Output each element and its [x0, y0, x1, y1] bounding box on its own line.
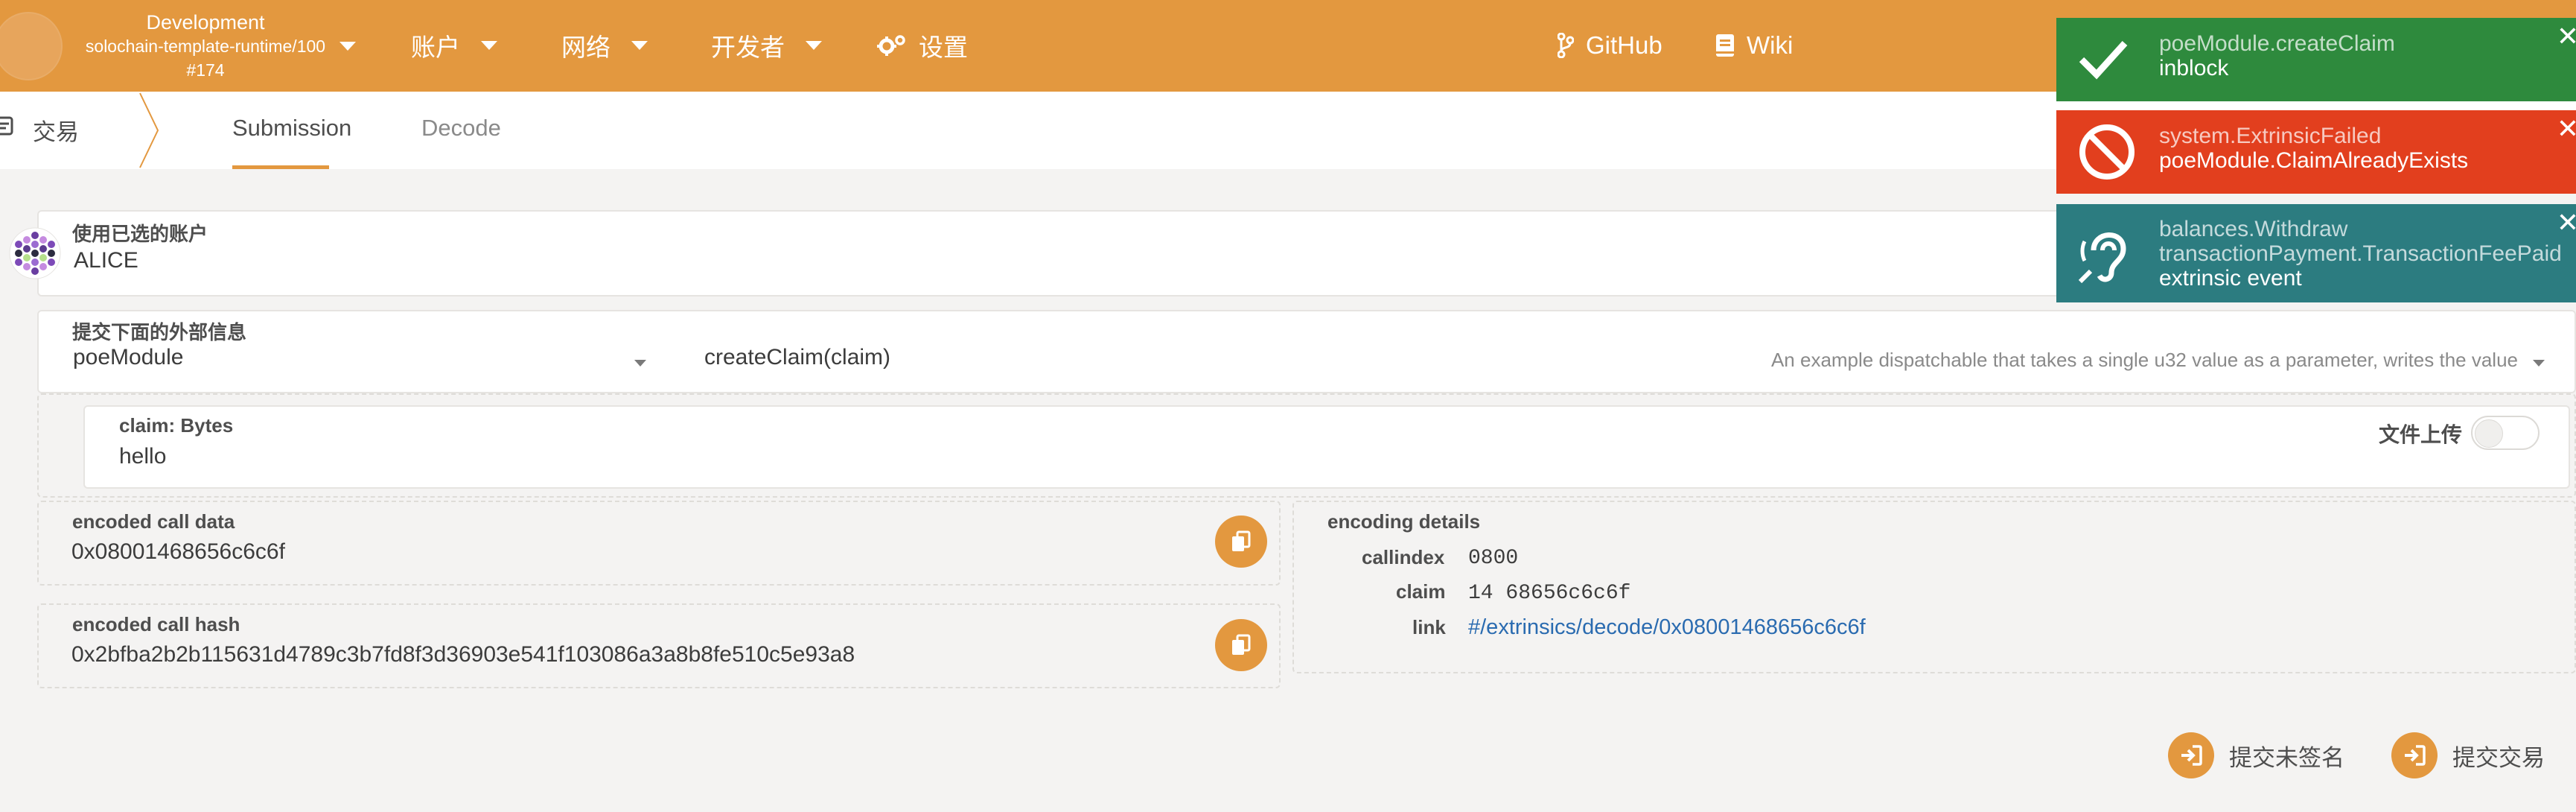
close-icon[interactable]: ✕ — [2557, 21, 2576, 52]
tab-decode[interactable]: Decode — [421, 115, 501, 142]
copy-icon — [1232, 530, 1251, 551]
toggle-knob — [2475, 419, 2503, 448]
copy-icon — [1232, 634, 1251, 655]
book-icon — [1715, 34, 1735, 57]
submit-transaction-button[interactable]: 提交交易 — [2391, 732, 2545, 779]
param-label: claim: Bytes — [119, 414, 234, 437]
breadcrumb-separator — [138, 92, 161, 173]
tab-submission[interactable]: Submission — [232, 115, 351, 142]
check-icon — [2077, 36, 2129, 84]
submit-unsigned-button[interactable]: 提交未签名 — [2168, 732, 2344, 779]
chevron-down-icon — [634, 360, 646, 367]
event-line-3: extrinsic event — [2159, 266, 2302, 291]
notification-event: system.ExtrinsicFailed — [2159, 124, 2382, 148]
menu-developer-label: 开发者 — [711, 34, 785, 61]
link-label: link — [1412, 616, 1446, 638]
encoded-call-data-label: encoded call data — [72, 510, 235, 533]
submit-transaction-label: 提交交易 — [2452, 744, 2545, 771]
menu-developer[interactable]: 开发者 — [711, 27, 822, 64]
chain-selector[interactable]: Development solochain-template-runtime/1… — [71, 10, 339, 82]
ban-icon — [2077, 122, 2137, 185]
wiki-label: Wiki — [1747, 31, 1794, 59]
method-select[interactable]: createClaim(claim) An example dispatchab… — [700, 339, 2554, 384]
transaction-icon — [0, 115, 15, 141]
event-line-2: transactionPayment.TransactionFeePaid — [2159, 241, 2562, 266]
chevron-down-icon — [806, 41, 822, 50]
ear-listen-icon — [2077, 221, 2137, 288]
notification-error: system.ExtrinsicFailed poeModule.ClaimAl… — [2056, 110, 2576, 194]
event-line-1: balances.Withdraw — [2159, 217, 2348, 241]
notification-events: balances.Withdraw transactionPayment.Tra… — [2056, 204, 2576, 302]
account-name: ALICE — [74, 248, 138, 273]
chevron-down-icon — [481, 41, 497, 50]
claim-label: claim — [1396, 580, 1446, 603]
decode-link[interactable]: #/extrinsics/decode/0x08001468656c6c6f — [1468, 615, 1866, 640]
menu-accounts-label: 账户 — [411, 34, 460, 61]
chain-block: #174 — [186, 60, 225, 80]
submit-unsigned-label: 提交未签名 — [2229, 744, 2344, 771]
callindex-value: 0800 — [1468, 547, 1519, 570]
chain-logo[interactable] — [0, 12, 63, 80]
file-upload-label: 文件上传 — [2379, 423, 2463, 446]
gears-icon — [877, 34, 907, 57]
encoded-call-data-value: 0x08001468656c6c6f — [71, 539, 285, 564]
method-description: An example dispatchable that takes a sin… — [1770, 349, 2518, 371]
account-label: 使用已选的账户 — [72, 223, 208, 245]
chain-name: Development — [146, 11, 265, 34]
section-title: 交易 — [33, 119, 79, 145]
close-icon[interactable]: ✕ — [2557, 113, 2576, 145]
sign-in-icon — [2168, 732, 2214, 778]
github-label: GitHub — [1586, 31, 1662, 59]
identicon-avatar — [9, 227, 61, 283]
method-value: createClaim(claim) — [704, 345, 891, 369]
file-upload-toggle[interactable] — [2471, 416, 2540, 450]
chevron-down-icon — [631, 41, 648, 50]
menu-settings-label: 设置 — [919, 34, 968, 61]
chevron-down-icon[interactable] — [339, 42, 356, 51]
notification-error-detail: poeModule.ClaimAlreadyExists — [2159, 148, 2469, 173]
active-tab-indicator — [232, 165, 329, 169]
module-value: poeModule — [73, 345, 184, 369]
callindex-label: callindex — [1362, 546, 1445, 568]
close-icon[interactable]: ✕ — [2557, 207, 2576, 238]
code-branch-icon — [1558, 33, 1574, 58]
param-claim[interactable] — [83, 405, 2570, 489]
claim-value: 14 68656c6c6f — [1468, 582, 1631, 605]
notification-method: poeModule.createClaim — [2159, 31, 2395, 56]
menu-accounts[interactable]: 账户 — [411, 27, 497, 64]
encoded-call-hash-label: encoded call hash — [72, 613, 240, 635]
menu-settings[interactable]: 设置 — [877, 27, 968, 64]
menu-network-label: 网络 — [561, 34, 610, 61]
chain-runtime: solochain-template-runtime/100 — [85, 37, 326, 56]
wiki-link[interactable]: Wiki — [1715, 27, 1793, 64]
notification-status: inblock — [2159, 56, 2229, 80]
module-select[interactable]: poeModule — [67, 339, 648, 384]
menu-network[interactable]: 网络 — [561, 27, 648, 64]
encoded-call-hash-value: 0x2bfba2b2b115631d4789c3b7fd8f3d36903e54… — [71, 642, 855, 667]
chevron-down-icon — [2533, 360, 2545, 367]
notification-success: poeModule.createClaim inblock ✕ — [2056, 18, 2576, 101]
copy-call-hash-button[interactable] — [1215, 619, 1267, 671]
github-link[interactable]: GitHub — [1558, 27, 1662, 64]
encoding-details-title: encoding details — [1327, 510, 1481, 533]
copy-call-data-button[interactable] — [1215, 516, 1267, 568]
sign-in-icon — [2391, 732, 2438, 778]
param-value: hello — [119, 444, 167, 469]
